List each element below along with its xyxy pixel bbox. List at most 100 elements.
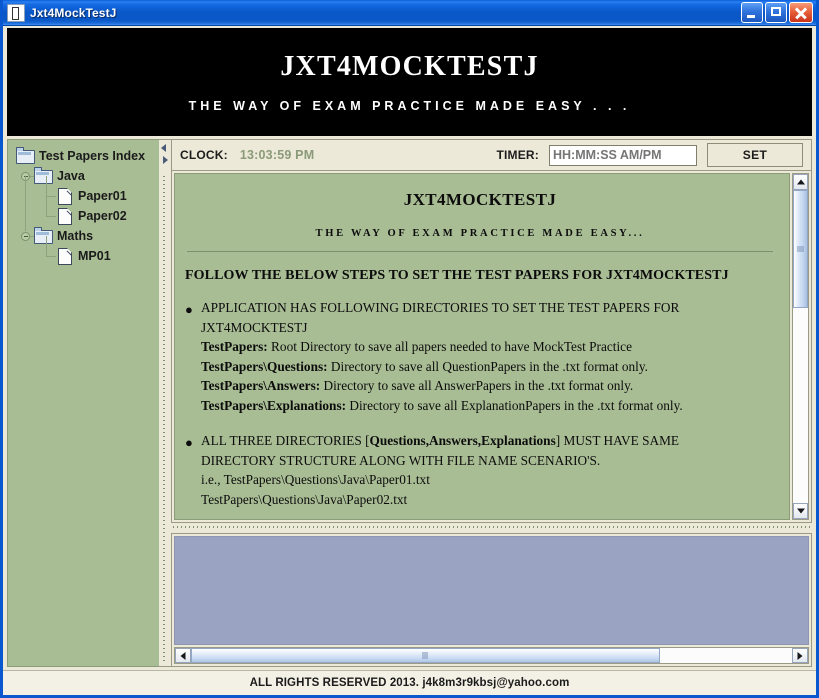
document-divider	[187, 251, 773, 252]
application-window: Jxt4MockTestJ JXT4MOCKTESTJ THE WAY OF E…	[0, 0, 819, 698]
document-subtitle: THE WAY OF EXAM PRACTICE MADE EASY...	[315, 228, 645, 239]
timer-group: TIMER: SET	[496, 143, 803, 167]
scroll-track[interactable]	[793, 190, 808, 503]
scroll-track[interactable]	[191, 648, 792, 663]
minimize-button[interactable]	[741, 2, 763, 23]
close-button[interactable]	[789, 2, 813, 23]
definition-desc: Directory to save all ExplanationPapers …	[346, 397, 683, 413]
tree-connector	[46, 196, 56, 197]
timer-label: TIMER:	[496, 148, 539, 162]
window-title: Jxt4MockTestJ	[30, 5, 117, 20]
tree-node-mp01[interactable]: MP01	[12, 236, 157, 266]
bullet-icon: ●	[185, 302, 193, 317]
tree-connector	[46, 176, 47, 196]
bullet-line: DIRECTORY STRUCTURE ALONG WITH FILE NAME…	[201, 452, 601, 468]
bullet-line: i.e., TestPapers\Questions\Java\Paper01.…	[201, 472, 430, 487]
bullet-icon: ●	[185, 435, 193, 450]
rich-pre: ALL THREE DIRECTORIES [	[201, 433, 370, 448]
tree-node-label: Test Papers Index	[39, 149, 146, 163]
document-heading: FOLLOW THE BELOW STEPS TO SET THE TEST P…	[185, 268, 729, 283]
bullet-body: ALL THREE DIRECTORIES [Questions,Answers…	[201, 431, 775, 509]
bullet-line: APPLICATION HAS FOLLOWING DIRECTORIES TO…	[201, 300, 680, 315]
file-icon	[58, 187, 72, 205]
expand-right-arrow-icon[interactable]	[161, 155, 168, 164]
rich-bold: Questions,Answers,Explanations	[369, 433, 556, 448]
expand-collapse-handle[interactable]	[21, 231, 30, 241]
test-papers-tree[interactable]: Test Papers Index Java Paper01 Paper02 M…	[7, 139, 159, 667]
scroll-right-button[interactable]	[792, 648, 808, 663]
tree-node-java[interactable]: Java	[12, 166, 157, 186]
banner-title: JXT4MOCKTESTJ	[280, 51, 539, 82]
lower-horizontal-scrollbar[interactable]	[174, 647, 809, 664]
tree-node-paper02[interactable]: Paper02	[12, 196, 157, 226]
collapse-left-arrow-icon[interactable]	[161, 143, 168, 152]
definition-desc: Root Directory to save all papers needed…	[267, 339, 632, 354]
document-vertical-scrollbar[interactable]	[792, 173, 809, 520]
definition-desc: Directory to save all AnswerPapers in th…	[320, 378, 634, 393]
definition-term: TestPapers\Answers:	[201, 378, 321, 393]
scroll-thumb[interactable]	[191, 648, 660, 663]
set-button[interactable]: SET	[707, 143, 803, 167]
clock-value: 13:03:59 PM	[239, 148, 315, 162]
tree-node-label: Maths	[57, 229, 94, 243]
tree-node-label: Paper02	[78, 209, 127, 223]
definition-term: TestPapers:	[201, 339, 268, 354]
vertical-splitter[interactable]	[159, 139, 171, 667]
timer-input[interactable]	[549, 144, 697, 166]
tree-node-maths[interactable]: Maths	[12, 196, 157, 246]
tree-connector	[46, 216, 56, 217]
answer-panel[interactable]	[174, 536, 809, 645]
scroll-up-button[interactable]	[793, 174, 808, 190]
app-banner: JXT4MOCKTESTJ THE WAY OF EXAM PRACTICE M…	[7, 28, 812, 136]
tree-connector	[46, 236, 47, 256]
tree-node-test-papers-index[interactable]: Test Papers Index	[12, 146, 157, 166]
folder-icon	[34, 167, 53, 184]
banner-subtitle: THE WAY OF EXAM PRACTICE MADE EASY . . .	[188, 99, 631, 113]
work-area: Test Papers Index Java Paper01 Paper02 M…	[7, 139, 812, 667]
tree-node-label: Paper01	[78, 189, 127, 203]
definition-line: TestPapers\Explanations: Directory to sa…	[201, 396, 775, 416]
definition-line: TestPapers\Questions: Directory to save …	[201, 357, 775, 377]
clock-timer-toolbar: CLOCK: 13:03:59 PM TIMER: SET	[171, 139, 812, 171]
definition-term: TestPapers\Questions:	[201, 358, 328, 374]
document-viewer: JXT4MOCKTESTJ THE WAY OF EXAM PRACTICE M…	[171, 171, 812, 523]
window-controls	[741, 2, 813, 23]
app-icon	[7, 3, 25, 22]
right-pane: CLOCK: 13:03:59 PM TIMER: SET JXT4MOCKTE…	[171, 139, 812, 667]
file-icon	[58, 207, 72, 225]
document-title: JXT4MOCKTESTJ	[403, 190, 557, 209]
scroll-thumb[interactable]	[793, 190, 808, 308]
scroll-down-button[interactable]	[793, 503, 808, 519]
definition-term: TestPapers\Explanations:	[201, 397, 347, 413]
tree-node-label: Java	[57, 169, 85, 183]
maximize-button[interactable]	[765, 2, 787, 23]
bullet-line: TestPapers\Questions\Java\Paper02.txt	[201, 491, 408, 507]
clock-label: CLOCK:	[180, 148, 228, 162]
tree-connector	[25, 196, 26, 231]
bullet-line-rich: ALL THREE DIRECTORIES [Questions,Answers…	[201, 431, 775, 451]
folder-icon	[16, 147, 35, 164]
status-bar: ALL RIGHTS RESERVED 2013. j4k8m3r9kbsj@y…	[3, 670, 816, 695]
scroll-left-button[interactable]	[175, 648, 191, 663]
tree-connector	[46, 196, 47, 216]
splitter-grip	[163, 176, 165, 664]
file-icon	[58, 247, 72, 265]
window-titlebar: Jxt4MockTestJ	[3, 0, 816, 26]
splitter-grip	[173, 526, 810, 528]
folder-icon	[34, 227, 53, 244]
document-bullet-1: ● APPLICATION HAS FOLLOWING DIRECTORIES …	[185, 298, 775, 415]
rich-post: ] MUST HAVE SAME	[555, 433, 680, 448]
definition-desc: Directory to save all QuestionPapers in …	[327, 358, 648, 374]
document-bullet-2: ● ALL THREE DIRECTORIES [Questions,Answe…	[185, 431, 775, 509]
document-content[interactable]: JXT4MOCKTESTJ THE WAY OF EXAM PRACTICE M…	[174, 173, 790, 520]
copyright-text: ALL RIGHTS RESERVED 2013. j4k8m3r9kbsj@y…	[249, 677, 570, 689]
tree-connector	[25, 176, 26, 196]
bullet-body: APPLICATION HAS FOLLOWING DIRECTORIES TO…	[201, 298, 775, 415]
definition-line: TestPapers: Root Directory to save all p…	[201, 337, 775, 357]
horizontal-splitter[interactable]	[171, 523, 812, 533]
tree-node-label: MP01	[78, 249, 111, 263]
tree-node-paper01[interactable]: Paper01	[12, 176, 157, 206]
tree-connector	[46, 256, 56, 257]
definition-line: TestPapers\Answers: Directory to save al…	[201, 376, 775, 396]
